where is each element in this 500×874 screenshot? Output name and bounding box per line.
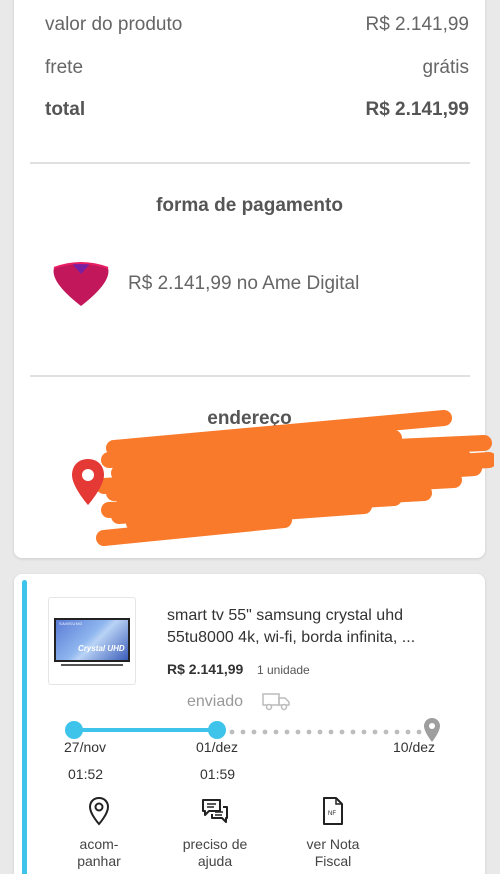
chat-icon <box>202 799 228 823</box>
invoice-icon: NF <box>323 797 343 825</box>
invoice-label: ver Nota Fiscal <box>306 836 360 869</box>
total-label: total <box>45 99 86 120</box>
tv-screen: SAMSUNG Crystal UHD <box>54 618 130 662</box>
ame-digital-logo-icon <box>53 262 109 306</box>
timeline-date-3: 10/dez <box>393 739 436 755</box>
payment-title: forma de pagamento <box>156 195 343 216</box>
product-price: R$ 2.141,99 <box>167 661 244 677</box>
order-item-card[interactable]: SAMSUNG Crystal UHD smart tv 55" samsung… <box>14 574 485 874</box>
help-button[interactable]: preciso de ajuda <box>170 796 260 870</box>
shipping-label: frete <box>45 57 84 78</box>
timeline-step-2 <box>208 721 226 739</box>
track-order-button[interactable]: acom-panhar <box>54 796 144 870</box>
product-thumbnail[interactable]: SAMSUNG Crystal UHD <box>48 597 136 685</box>
product-value-row: valor do produto R$ 2.141,99 <box>45 14 469 36</box>
address-redaction <box>96 410 494 546</box>
tv-brand: SAMSUNG <box>59 621 83 626</box>
help-label: preciso de ajuda <box>182 836 248 869</box>
product-name[interactable]: smart tv 55" samsung crystal uhd 55tu800… <box>167 605 467 649</box>
svg-text:NF: NF <box>328 811 336 817</box>
shipping-value: grátis <box>422 57 469 78</box>
shipping-row: frete grátis <box>45 57 469 79</box>
product-quantity: 1 unidade <box>257 663 310 677</box>
payment-description: R$ 2.141,99 no Ame Digital <box>128 273 360 294</box>
total-row: total R$ 2.141,99 <box>45 99 469 121</box>
tv-label: Crystal UHD <box>78 644 125 653</box>
timeline-date-2: 01/dez <box>196 739 239 755</box>
product-value-label: valor do produto <box>45 14 183 35</box>
divider <box>30 162 470 164</box>
order-status: enviado <box>187 693 244 710</box>
track-order-label: acom-panhar <box>77 836 121 869</box>
invoice-button[interactable]: NF ver Nota Fiscal <box>288 796 378 870</box>
location-pin-icon <box>72 459 104 505</box>
timeline-time-1: 01:52 <box>68 766 104 782</box>
truck-icon <box>262 693 290 711</box>
location-pin-icon <box>88 796 110 826</box>
total-value: R$ 2.141,99 <box>365 99 469 120</box>
order-summary-card: valor do produto R$ 2.141,99 frete gráti… <box>14 0 494 558</box>
timeline-step-1 <box>65 721 83 739</box>
timeline-date-1: 27/nov <box>64 739 107 755</box>
timeline-time-2: 01:59 <box>200 766 236 782</box>
product-value: R$ 2.141,99 <box>365 14 469 35</box>
timeline-pending-dots <box>229 729 422 735</box>
tv-stand <box>61 664 123 666</box>
divider <box>30 375 470 377</box>
